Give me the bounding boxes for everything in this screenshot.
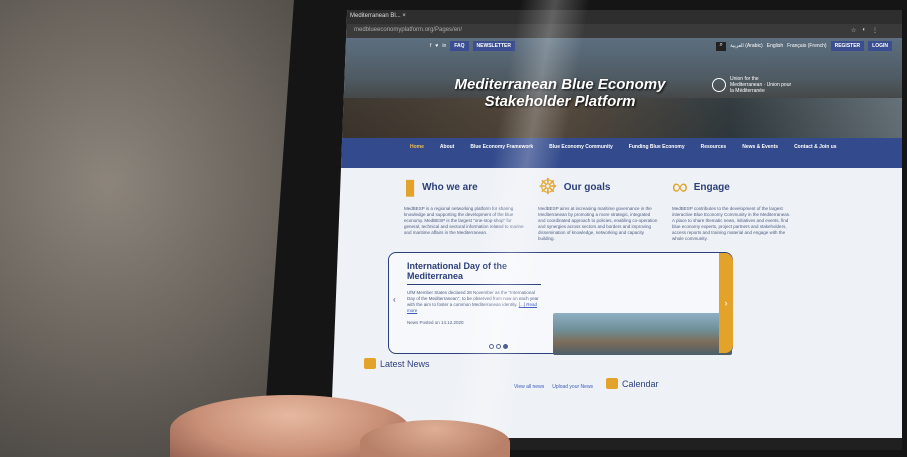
lighthouse-icon: ▮	[404, 174, 417, 199]
latest-section: Latest News View all news Upload your Ne…	[344, 354, 888, 404]
nav-news-events[interactable]: News & Events	[742, 144, 778, 168]
login-button[interactable]: LOGIN	[868, 41, 892, 51]
knot-icon: ∞	[672, 174, 688, 199]
hand-fingers	[360, 420, 510, 457]
star-icon[interactable]: ☆	[851, 27, 856, 35]
extension-icon[interactable]: ◐	[862, 27, 866, 35]
browser-tabbar: Mediterranean Bl... ×	[330, 10, 902, 24]
top-utility-bar: f ♥ in FAQ NEWSLETTER ⌕ العربية (Arabic)…	[430, 41, 892, 51]
linkedin-icon[interactable]: in	[442, 43, 446, 49]
browser-tab[interactable]: Mediterranean Bl... ×	[350, 13, 406, 19]
twitter-icon[interactable]: ♥	[435, 43, 438, 49]
ufm-logo-block[interactable]: Union for the Mediterranean · Union pour…	[712, 76, 792, 94]
browser-tools: ☆ ◐ ⋮	[851, 27, 878, 35]
register-button[interactable]: REGISTER	[830, 41, 865, 51]
lang-french[interactable]: Français (French)	[787, 43, 826, 49]
main-content: ▮ Who we are MedBESP is a regional netwo…	[330, 168, 902, 412]
search-icon[interactable]: ⌕	[716, 41, 727, 51]
menu-icon[interactable]: ⋮	[872, 27, 878, 35]
nav-resources[interactable]: Resources	[701, 144, 727, 168]
hero-banner: f ♥ in FAQ NEWSLETTER ⌕ العربية (Arabic)…	[330, 38, 902, 138]
url-text[interactable]: medblueeconomyplatform.org/Pages/en/	[354, 27, 462, 35]
nav-funding[interactable]: Funding Blue Economy	[629, 144, 685, 168]
calendar-heading: Calendar	[622, 378, 659, 389]
browser-urlbar[interactable]: medblueeconomyplatform.org/Pages/en/ ☆ ◐…	[330, 24, 902, 38]
carousel-next-button[interactable]: ›	[719, 253, 733, 353]
main-nav: Home About Blue Economy Framework Blue E…	[330, 138, 902, 168]
carousel-image[interactable]	[553, 313, 732, 355]
intro-columns: ▮ Who we are MedBESP is a regional netwo…	[404, 176, 888, 242]
facebook-icon[interactable]: f	[430, 43, 431, 49]
col-title: Who we are	[422, 181, 478, 193]
faq-button[interactable]: FAQ	[450, 41, 469, 51]
lang-english[interactable]: English	[767, 43, 783, 49]
col-engage: ∞ Engage MedBESP contributes to the deve…	[672, 176, 792, 242]
carousel-prev-button[interactable]: ‹	[393, 295, 396, 304]
nav-home[interactable]: Home	[410, 144, 424, 168]
lang-arabic[interactable]: العربية (Arabic)	[730, 43, 763, 49]
ufm-logo-icon	[712, 78, 726, 92]
newspaper-icon	[364, 358, 376, 369]
news-carousel: ‹ International Day of the Mediterranea …	[388, 252, 733, 355]
col-title: Engage	[693, 181, 730, 193]
nav-contact[interactable]: Contact & Join us	[794, 144, 837, 168]
calendar-icon	[606, 378, 618, 389]
laptop-screen: Mediterranean Bl... × medblueeconomyplat…	[330, 10, 902, 450]
col-title: Our goals	[563, 181, 611, 193]
upload-news-link[interactable]: Upload your News	[552, 384, 593, 390]
nav-about[interactable]: About	[440, 144, 454, 168]
col-text: MedBESP aims at increasing maritime gove…	[538, 206, 658, 241]
newsletter-button[interactable]: NEWSLETTER	[472, 41, 515, 51]
latest-news-heading: Latest News	[380, 358, 430, 369]
col-text: MedBESP contributes to the development o…	[672, 206, 791, 241]
